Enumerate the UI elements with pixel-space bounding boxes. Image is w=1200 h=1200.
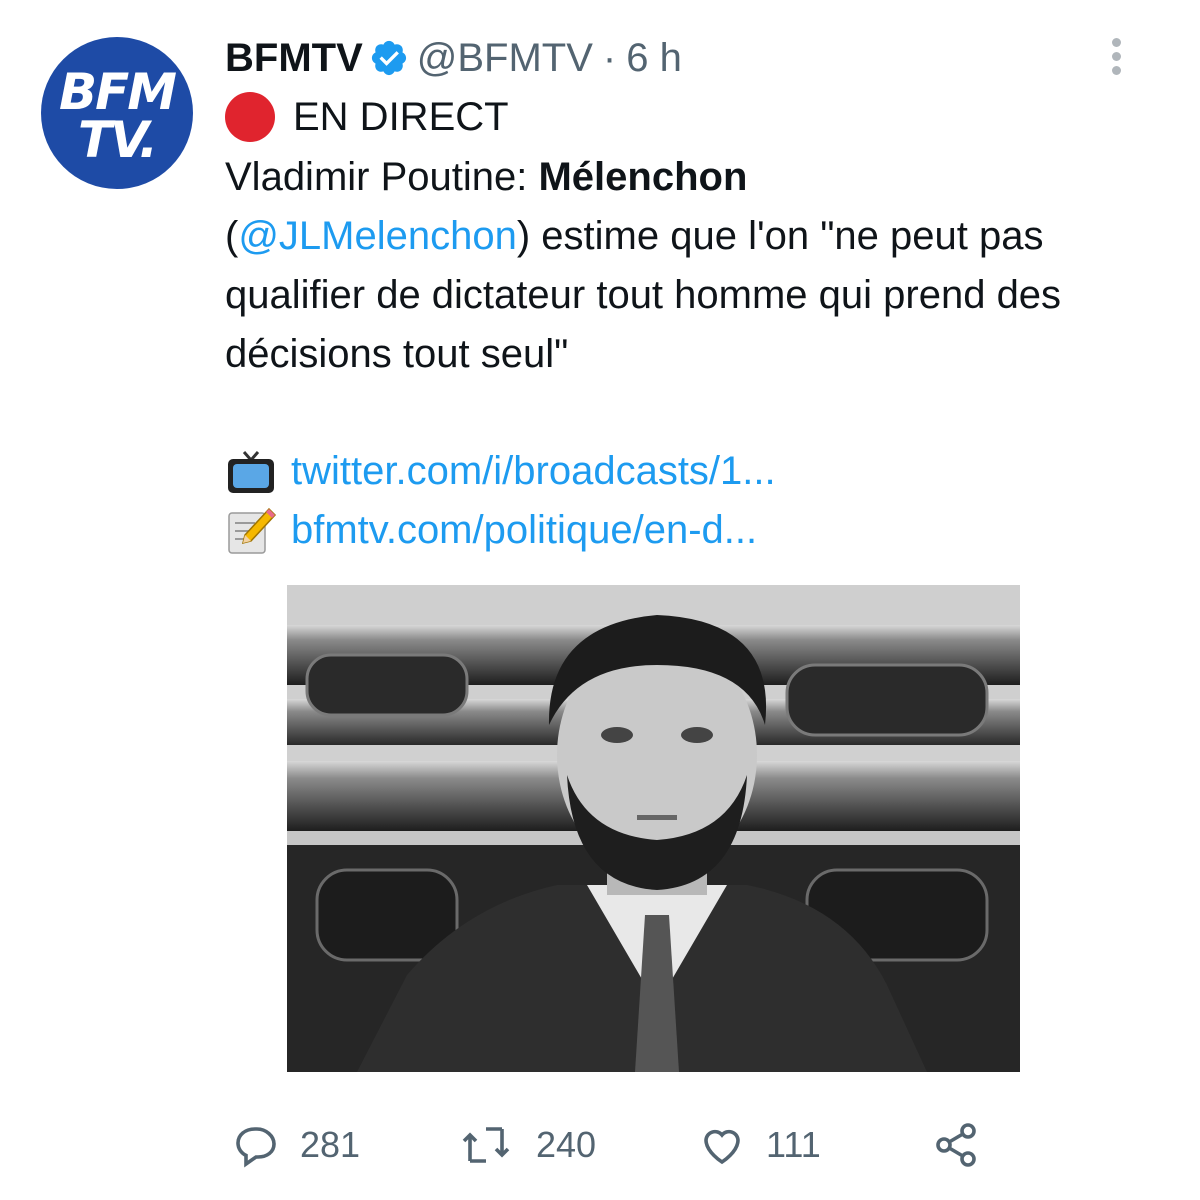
more-options-icon[interactable] bbox=[1104, 38, 1128, 75]
link-item[interactable]: bfmtv.com/politique/en-d... bbox=[225, 501, 776, 560]
share-button[interactable] bbox=[932, 1115, 1000, 1175]
share-icon bbox=[936, 1123, 976, 1167]
avatar-logo-line1: BFM bbox=[58, 63, 177, 121]
avatar-logo-line2: TV. bbox=[77, 111, 158, 169]
link-item[interactable]: twitter.com/i/broadcasts/1... bbox=[225, 442, 776, 501]
like-button[interactable]: 111 bbox=[698, 1115, 821, 1175]
live-badge: EN DIRECT bbox=[225, 92, 509, 142]
link-text[interactable]: bfmtv.com/politique/en-d... bbox=[291, 501, 757, 560]
retweet-count: 240 bbox=[536, 1124, 597, 1165]
timestamp[interactable]: 6 h bbox=[626, 36, 682, 81]
link-list: twitter.com/i/broadcasts/1... bfmtv.com/… bbox=[225, 442, 776, 560]
tweet-text: Vladimir Poutine: Mélenchon (@JLMelenchon… bbox=[225, 148, 1175, 384]
photo-image[interactable] bbox=[287, 585, 1020, 1072]
reply-button[interactable]: 281 bbox=[232, 1115, 360, 1175]
tweet-text-paren: ( bbox=[225, 214, 239, 258]
tweet-header: BFMTV @BFMTV · 6 h bbox=[225, 32, 682, 84]
link-text[interactable]: twitter.com/i/broadcasts/1... bbox=[291, 442, 776, 501]
action-bar: 281 240 111 bbox=[0, 1115, 1200, 1175]
tweet-text-bold: Mélenchon bbox=[538, 155, 748, 199]
like-count: 111 bbox=[766, 1124, 821, 1165]
author-handle[interactable]: @BFMTV bbox=[417, 36, 593, 81]
separator-dot: · bbox=[602, 35, 617, 80]
tweet-text-prefix: Vladimir Poutine: bbox=[225, 155, 539, 199]
retweet-button[interactable]: 240 bbox=[462, 1115, 596, 1175]
memo-icon bbox=[225, 505, 277, 557]
display-name[interactable]: BFMTV bbox=[225, 36, 363, 81]
heart-icon bbox=[704, 1129, 740, 1165]
avatar[interactable]: BFM TV. bbox=[41, 37, 193, 189]
television-icon bbox=[225, 446, 277, 498]
reply-icon bbox=[236, 1127, 276, 1168]
tweet: BFM TV. BFMTV @BFMTV · 6 h EN DIRECT Vla… bbox=[0, 0, 1200, 1200]
mention-link[interactable]: @JLMelenchon bbox=[238, 214, 517, 258]
reply-count: 281 bbox=[300, 1124, 361, 1165]
verified-badge-icon bbox=[369, 38, 409, 78]
retweet-icon bbox=[462, 1127, 510, 1163]
red-circle-icon bbox=[225, 92, 275, 142]
live-label: EN DIRECT bbox=[293, 94, 509, 139]
